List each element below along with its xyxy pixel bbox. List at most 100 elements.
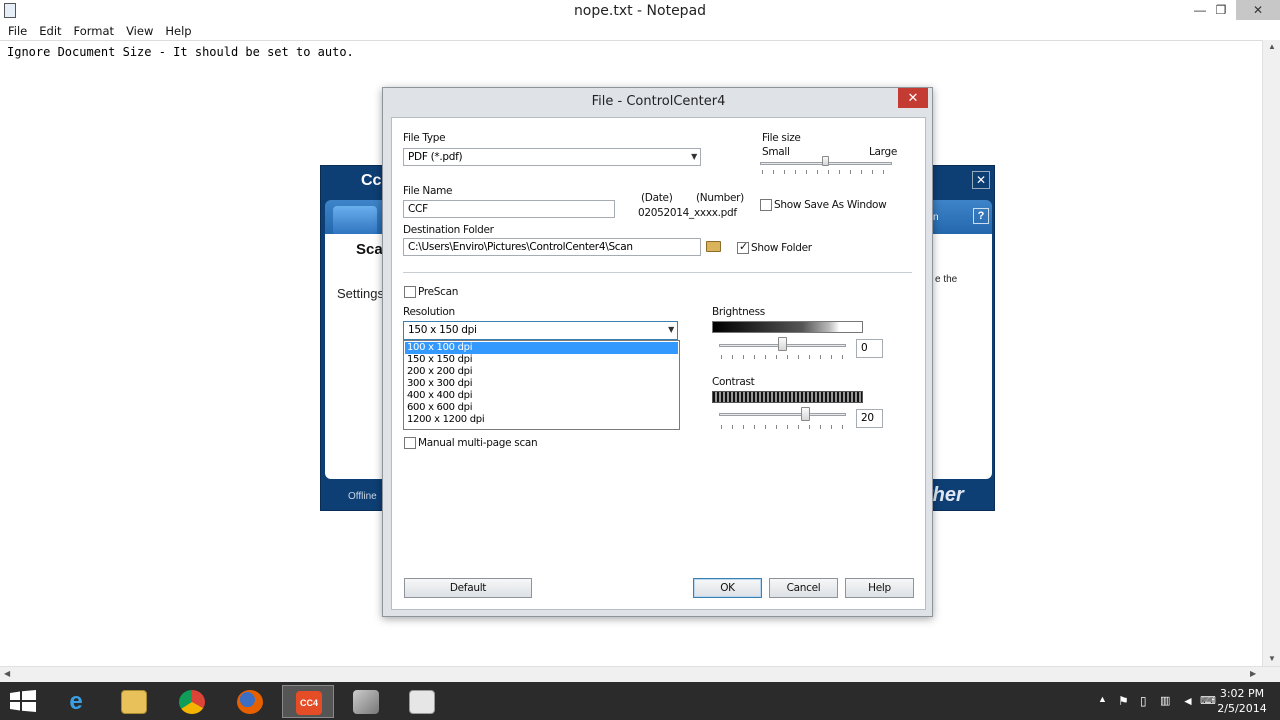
show-save-as-label[interactable]: Show Save As Window: [774, 199, 887, 211]
destination-folder-input[interactable]: C:\Users\Enviro\Pictures\ControlCenter4\…: [403, 238, 701, 256]
notepad-menubar: File Edit Format View Help: [0, 22, 1280, 40]
show-folder-label[interactable]: Show Folder: [751, 242, 812, 254]
clock-date: 2/5/2014: [1217, 702, 1267, 715]
taskbar-chrome[interactable]: [166, 685, 218, 718]
cc4-icon: CC4: [296, 691, 322, 715]
brightness-label: Brightness: [712, 306, 765, 318]
prescan-label[interactable]: PreScan: [418, 286, 458, 298]
date-label: (Date): [641, 192, 673, 204]
volume-icon[interactable]: ◄: [1182, 694, 1194, 708]
network-icon[interactable]: ▥: [1160, 694, 1170, 707]
firefox-icon: [237, 690, 263, 714]
folder-icon: [121, 690, 147, 714]
cancel-button[interactable]: Cancel: [769, 578, 838, 598]
show-save-as-checkbox[interactable]: [760, 199, 772, 211]
help-button[interactable]: Help: [845, 578, 914, 598]
show-folder-checkbox[interactable]: [737, 240, 749, 254]
scan-tab-icon[interactable]: [333, 206, 377, 236]
dropdown-option[interactable]: 100 x 100 dpi: [405, 342, 678, 354]
status-offline: Offline: [348, 491, 377, 502]
taskbar-internet-explorer[interactable]: e: [50, 685, 102, 718]
dropdown-option[interactable]: 600 x 600 dpi: [405, 402, 678, 414]
cc4-help-icon[interactable]: ?: [973, 208, 989, 224]
prescan-checkbox[interactable]: [404, 286, 416, 298]
scroll-up-arrow-icon[interactable]: ▲: [1263, 42, 1280, 51]
battery-icon[interactable]: ▯: [1140, 694, 1147, 708]
default-button[interactable]: Default: [404, 578, 532, 598]
file-type-value: PDF (*.pdf): [408, 151, 463, 163]
tray-expand-icon[interactable]: ▲: [1098, 694, 1107, 704]
file-size-large-label: Large: [869, 146, 898, 158]
ok-button[interactable]: OK: [693, 578, 762, 598]
file-size-label: File size: [762, 132, 801, 144]
dropdown-option[interactable]: 200 x 200 dpi: [405, 366, 678, 378]
horizontal-scrollbar[interactable]: ◀ ▶: [0, 666, 1280, 682]
contrast-value-input[interactable]: 20: [856, 409, 883, 428]
resolution-value: 150 x 150 dpi: [408, 324, 477, 336]
restore-button[interactable]: ❐: [1207, 0, 1235, 20]
dropdown-option[interactable]: 1200 x 1200 dpi: [405, 414, 678, 426]
contrast-slider-thumb[interactable]: [801, 407, 810, 421]
resolution-dropdown-list[interactable]: 100 x 100 dpi 150 x 150 dpi 200 x 200 dp…: [403, 340, 680, 430]
brightness-ticks: [721, 355, 846, 359]
file-type-select[interactable]: PDF (*.pdf) ▼: [403, 148, 701, 166]
brightness-gradient: [712, 321, 863, 333]
dialog-close-button[interactable]: ✕: [898, 88, 928, 108]
contrast-label: Contrast: [712, 376, 755, 388]
scroll-left-arrow-icon[interactable]: ◀: [4, 669, 10, 678]
system-clock[interactable]: 3:02 PM 2/5/2014: [1212, 686, 1272, 716]
menu-format[interactable]: Format: [68, 22, 121, 40]
dropdown-option[interactable]: 150 x 150 dpi: [405, 354, 678, 366]
file-size-slider-thumb[interactable]: [822, 156, 829, 166]
menu-help[interactable]: Help: [159, 22, 197, 40]
taskbar-scanner[interactable]: [340, 685, 392, 718]
chrome-icon: [179, 690, 205, 714]
vertical-scrollbar[interactable]: ▲ ▼: [1262, 40, 1280, 666]
scroll-right-arrow-icon[interactable]: ▶: [1250, 669, 1256, 678]
cc4-tab-partial[interactable]: n: [933, 212, 939, 223]
menu-file[interactable]: File: [2, 22, 33, 40]
destination-folder-label: Destination Folder: [403, 224, 494, 236]
window-title: nope.txt - Notepad: [573, 3, 707, 19]
file-type-label: File Type: [403, 132, 446, 144]
taskbar-firefox[interactable]: [224, 685, 276, 718]
brightness-value-input[interactable]: 0: [856, 339, 883, 358]
taskbar: e CC4 ▲ ⚑ ▯ ▥ ◄ ⌨ 3:02 PM 2/5/2014: [0, 682, 1280, 720]
menu-view[interactable]: View: [120, 22, 159, 40]
browse-folder-icon[interactable]: [706, 241, 721, 252]
cc4-partial-text: e the: [935, 274, 958, 285]
dropdown-option[interactable]: 300 x 300 dpi: [405, 378, 678, 390]
file-size-small-label: Small: [762, 146, 790, 158]
settings-link[interactable]: Settings: [337, 286, 384, 301]
resolution-select[interactable]: 150 x 150 dpi ▼: [403, 321, 678, 340]
file-name-input[interactable]: CCF: [403, 200, 615, 218]
dropdown-option[interactable]: 400 x 400 dpi: [405, 390, 678, 402]
taskbar-notepad[interactable]: [396, 685, 448, 718]
section-divider: [403, 272, 912, 273]
manual-multipage-label[interactable]: Manual multi-page scan: [418, 437, 538, 449]
resolution-label: Resolution: [403, 306, 455, 318]
manual-multipage-checkbox[interactable]: [404, 437, 416, 449]
action-center-flag-icon[interactable]: ⚑: [1118, 694, 1129, 708]
dialog-title: File - ControlCenter4: [591, 94, 726, 109]
cc4-logo: Cc: [361, 172, 382, 189]
file-suffix-text: 02052014_xxxx.pdf: [638, 207, 737, 219]
cc4-close-button[interactable]: ✕: [972, 171, 990, 189]
taskbar-file-explorer[interactable]: [108, 685, 160, 718]
windows-start-icon[interactable]: [10, 690, 36, 712]
contrast-pattern: [712, 391, 863, 403]
taskbar-controlcenter4[interactable]: CC4: [282, 685, 334, 718]
notepad-taskbar-icon: [409, 690, 435, 714]
internet-explorer-icon: e: [69, 688, 83, 715]
menu-edit[interactable]: Edit: [33, 22, 67, 40]
scroll-down-arrow-icon[interactable]: ▼: [1263, 654, 1280, 663]
chevron-down-icon: ▼: [691, 152, 697, 161]
brightness-slider-thumb[interactable]: [778, 337, 787, 351]
notepad-titlebar: nope.txt - Notepad — ❐ ✕: [0, 0, 1280, 22]
contrast-ticks: [721, 425, 846, 429]
file-size-ticks: [762, 170, 892, 174]
notepad-text: Ignore Document Size - It should be set …: [7, 45, 354, 59]
contrast-slider-track[interactable]: [719, 413, 846, 416]
scan-heading: Sca: [356, 241, 383, 258]
close-button[interactable]: ✕: [1236, 0, 1280, 20]
